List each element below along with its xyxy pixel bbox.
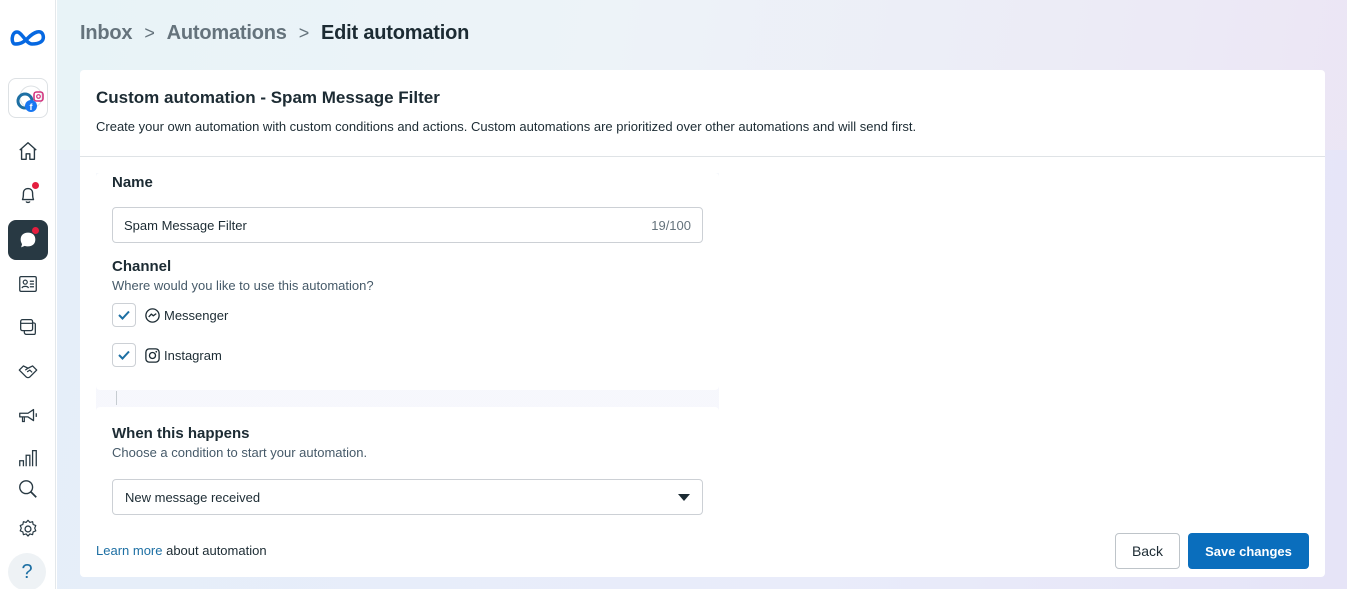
notification-badge xyxy=(32,182,39,189)
channel-label: Channel xyxy=(112,258,172,275)
channel-subtitle: Where would you like to use this automat… xyxy=(112,278,374,293)
sidebar-item-inbox[interactable] xyxy=(8,220,48,260)
sidebar-item-ads[interactable] xyxy=(8,396,48,436)
sidebar-item-settings[interactable] xyxy=(8,509,48,549)
sidebar-item-partnerships[interactable] xyxy=(8,351,48,391)
breadcrumb-inbox[interactable]: Inbox xyxy=(80,22,133,45)
trigger-condition-dropdown[interactable]: New message received xyxy=(112,479,703,515)
messenger-label: Messenger xyxy=(164,307,229,323)
learn-more-text: Learn more about automation xyxy=(96,543,267,558)
save-changes-button[interactable]: Save changes xyxy=(1188,533,1309,569)
account-switcher[interactable]: f xyxy=(8,78,48,118)
chevron-right-icon: > xyxy=(298,23,310,43)
section-connector-line xyxy=(116,391,117,405)
learn-more-suffix: about automation xyxy=(162,543,267,558)
contact-card-icon xyxy=(19,276,37,292)
gear-icon xyxy=(19,519,37,537)
automation-editor-card: Custom automation - Spam Message Filter … xyxy=(80,70,1325,577)
channel-option-instagram[interactable]: Instagram xyxy=(112,343,222,367)
name-channel-section: Name Spam Message Filter 19/100 Channel … xyxy=(96,173,719,390)
left-nav-rail: f ? xyxy=(0,0,56,589)
trigger-label: When this happens xyxy=(112,425,250,442)
home-icon xyxy=(19,142,37,160)
handshake-icon xyxy=(18,365,38,379)
sidebar-item-notifications[interactable] xyxy=(8,175,48,215)
name-label: Name xyxy=(112,174,153,191)
bar-chart-icon xyxy=(19,450,37,467)
trigger-selected-value: New message received xyxy=(125,489,261,505)
search-icon xyxy=(19,480,37,498)
sidebar-item-search[interactable] xyxy=(8,469,48,509)
inbox-badge xyxy=(32,227,39,234)
help-button[interactable]: ? xyxy=(8,553,46,589)
editor-scroll-area[interactable]: Name Spam Message Filter 19/100 Channel … xyxy=(96,173,719,525)
channel-option-messenger[interactable]: Messenger xyxy=(112,303,228,327)
back-button[interactable]: Back xyxy=(1115,533,1180,569)
megaphone-icon xyxy=(19,408,37,423)
messenger-icon xyxy=(145,307,160,323)
trigger-section: When this happens Choose a condition to … xyxy=(96,407,719,525)
instagram-icon xyxy=(145,347,160,363)
checkmark-icon xyxy=(118,350,130,360)
stacked-windows-icon xyxy=(20,319,36,335)
caret-down-icon xyxy=(678,493,690,501)
messenger-checkbox[interactable] xyxy=(112,303,136,327)
breadcrumb-automations[interactable]: Automations xyxy=(167,22,287,45)
automation-name-input[interactable]: Spam Message Filter 19/100 xyxy=(112,207,703,243)
sidebar-item-content[interactable] xyxy=(8,307,48,347)
instagram-checkbox[interactable] xyxy=(112,343,136,367)
help-icon: ? xyxy=(21,560,33,583)
sidebar-item-contacts[interactable] xyxy=(8,264,48,304)
page-title: Custom automation - Spam Message Filter xyxy=(96,88,440,107)
breadcrumb: Inbox > Automations > Edit automation xyxy=(80,22,469,45)
trigger-subtitle: Choose a condition to start your automat… xyxy=(112,445,368,460)
page-description: Create your own automation with custom c… xyxy=(96,119,917,134)
character-counter: 19/100 xyxy=(651,217,691,233)
breadcrumb-current-page: Edit automation xyxy=(321,22,470,44)
chevron-right-icon: > xyxy=(144,23,155,43)
card-header: Custom automation - Spam Message Filter … xyxy=(80,70,1325,157)
automation-name-value: Spam Message Filter xyxy=(124,217,247,233)
learn-more-link[interactable]: Learn more xyxy=(96,543,162,558)
checkmark-icon xyxy=(118,310,130,320)
meta-logo-icon[interactable] xyxy=(10,26,46,50)
sidebar-item-home[interactable] xyxy=(8,131,48,171)
instagram-label: Instagram xyxy=(164,347,222,363)
